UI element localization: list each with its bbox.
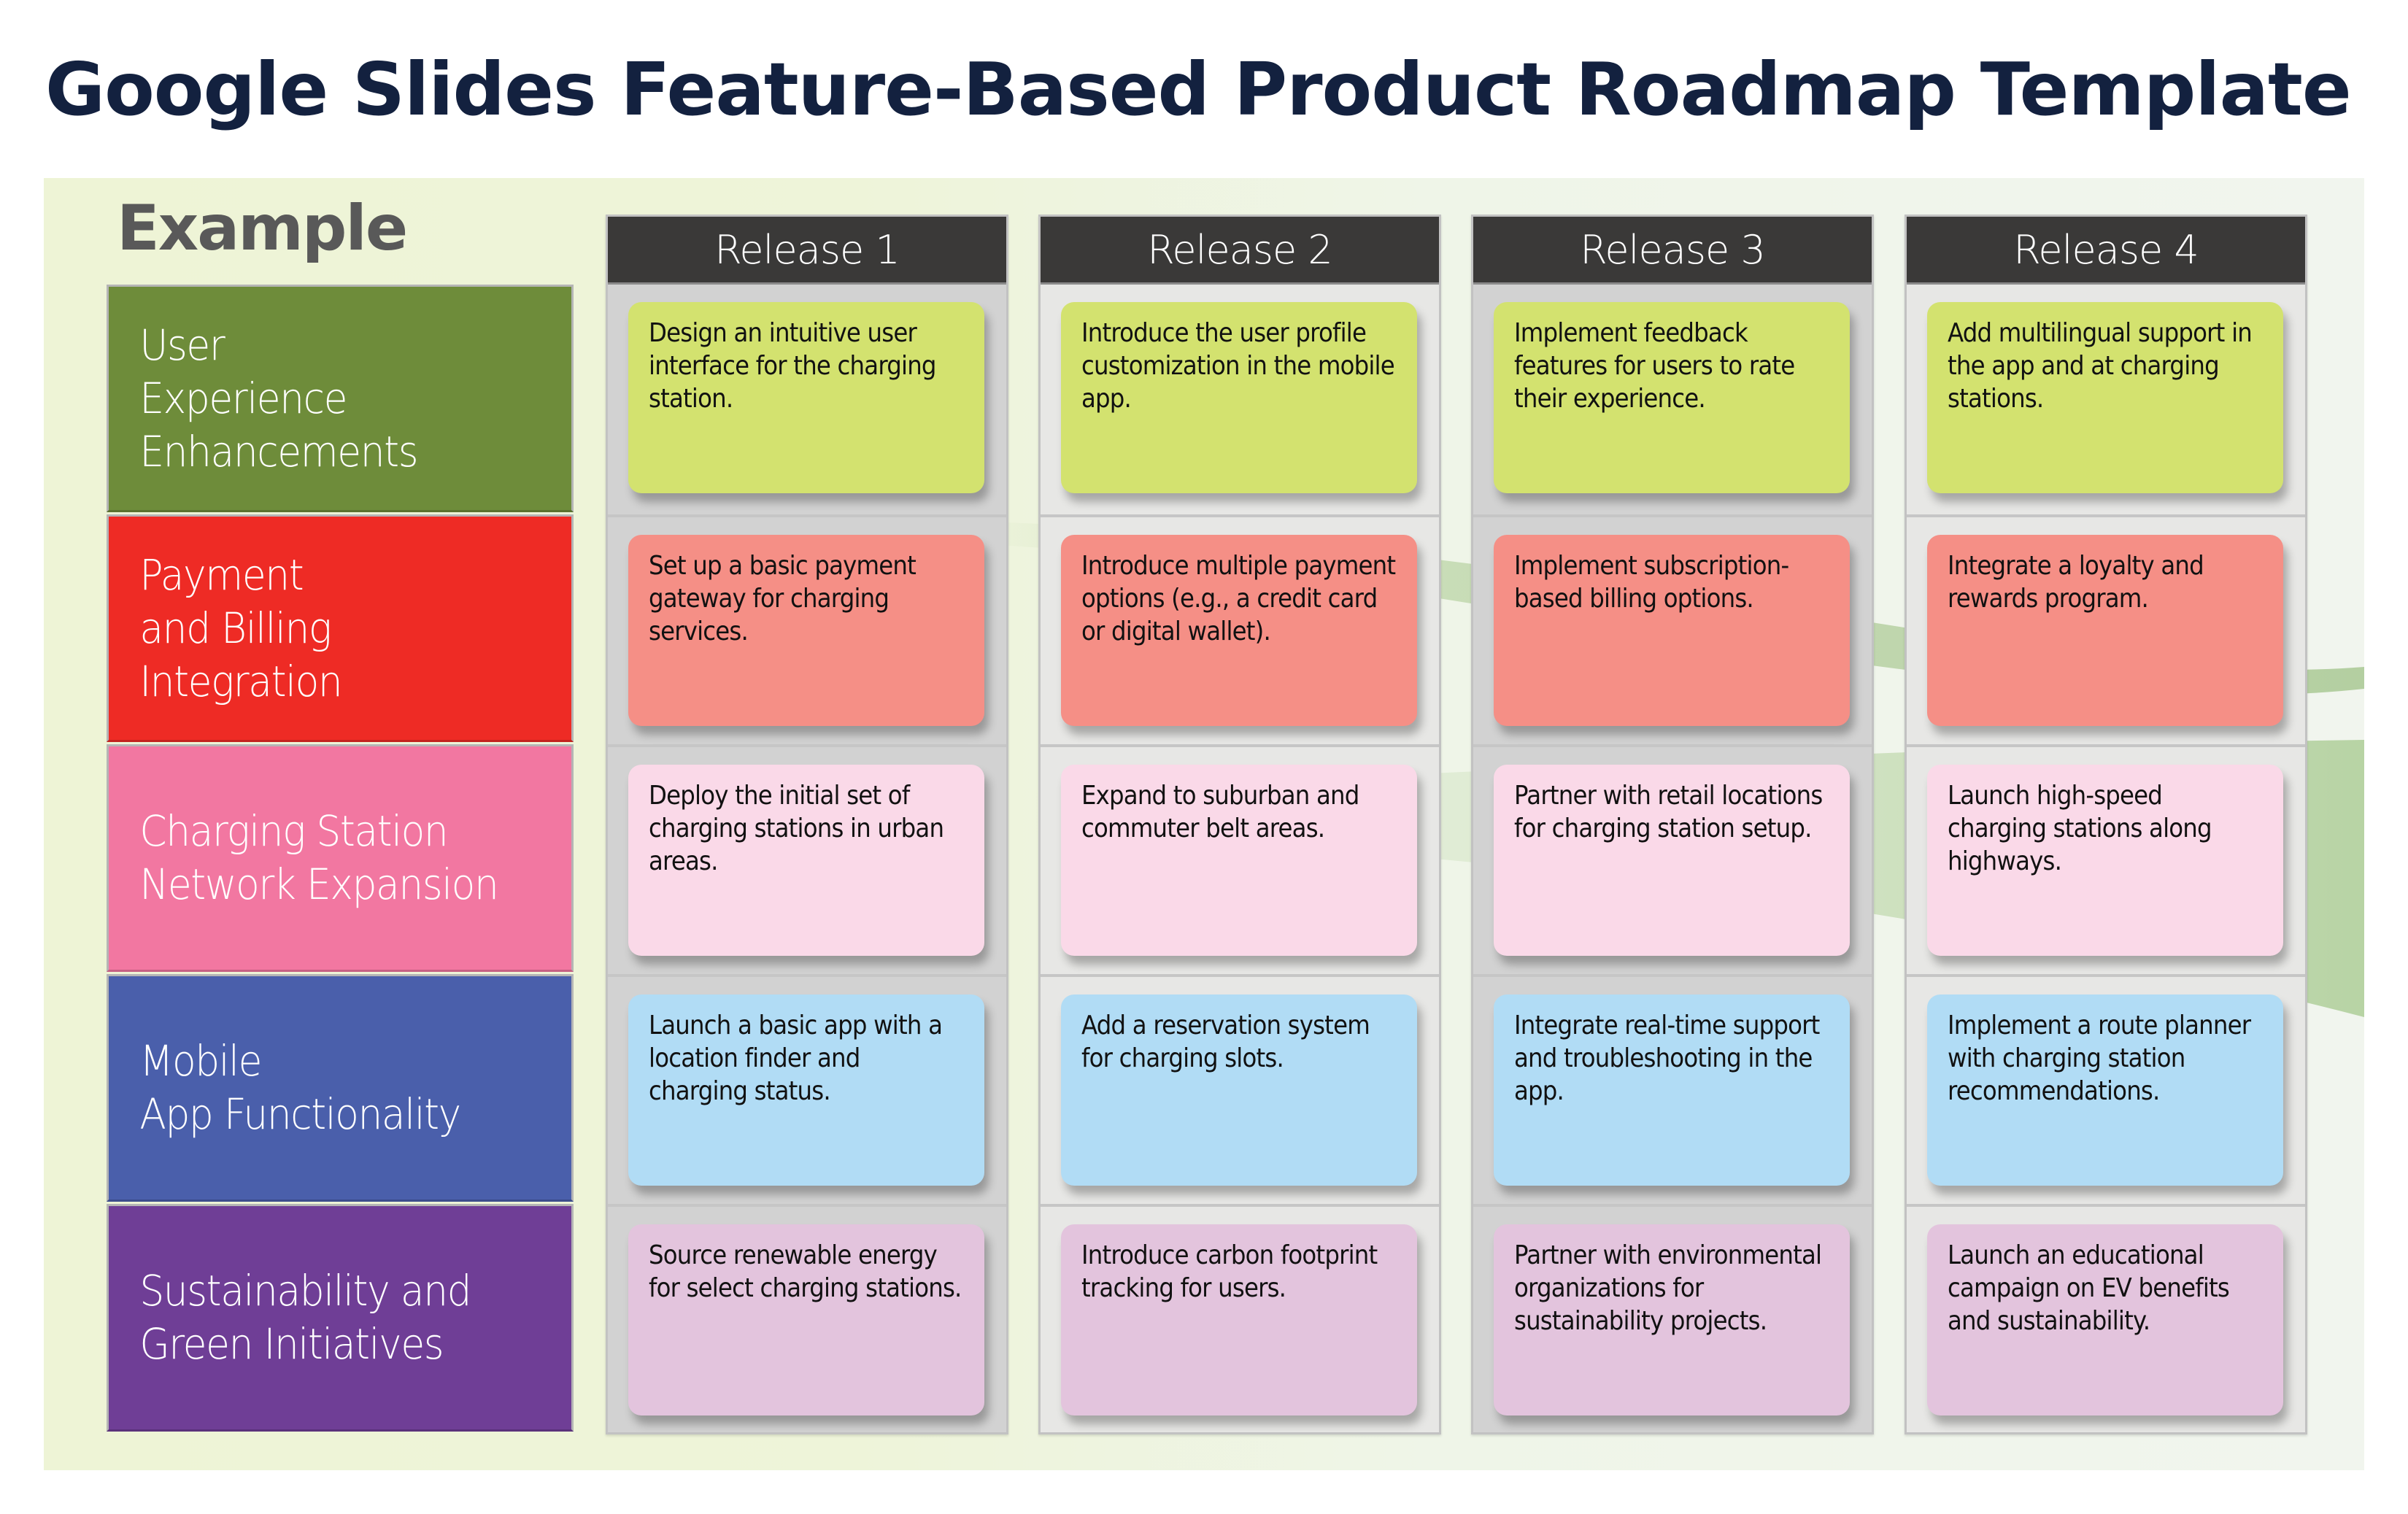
page-title: Google Slides Feature-Based Product Road… bbox=[45, 47, 2352, 132]
feature-card-text: Design an intuitive user interface for t… bbox=[649, 318, 937, 414]
feature-card[interactable]: Partner with retail locations for chargi… bbox=[1494, 765, 1850, 956]
feature-card-text: Implement a route planner with charging … bbox=[1948, 1011, 2251, 1106]
feature-card-text: Deploy the initial set of charging stati… bbox=[649, 781, 944, 876]
roadmap-cell: Design an intuitive user interface for t… bbox=[608, 285, 1006, 514]
roadmap-cell: Introduce multiple payment options (e.g.… bbox=[1041, 514, 1439, 744]
feature-card-text: Partner with environmental organizations… bbox=[1514, 1240, 1822, 1336]
feature-card[interactable]: Integrate real-time support and troubles… bbox=[1494, 994, 1850, 1186]
feature-card-text: Implement feedback features for users to… bbox=[1514, 318, 1795, 414]
feature-card-text: Add multilingual support in the app and … bbox=[1948, 318, 2253, 414]
feature-card[interactable]: Design an intuitive user interface for t… bbox=[628, 302, 984, 493]
feature-card-text: Set up a basic payment gateway for charg… bbox=[649, 551, 916, 646]
feature-card-text: Add a reservation system for charging sl… bbox=[1081, 1011, 1370, 1073]
roadmap-cell: Set up a basic payment gateway for charg… bbox=[608, 514, 1006, 744]
feature-card[interactable]: Source renewable energy for select charg… bbox=[628, 1224, 984, 1415]
roadmap-cell: Add a reservation system for charging sl… bbox=[1041, 974, 1439, 1203]
feature-card-text: Expand to suburban and commuter belt are… bbox=[1081, 781, 1359, 843]
roadmap-cell: Add multilingual support in the app and … bbox=[1907, 285, 2305, 514]
roadmap-cell: Implement feedback features for users to… bbox=[1473, 285, 1872, 514]
category-user-experience: User Experience Enhancements bbox=[107, 285, 574, 512]
roadmap-cell: Launch an educational campaign on EV ben… bbox=[1907, 1204, 2305, 1433]
category-label: Payment and Billing Integration bbox=[139, 549, 342, 706]
feature-card[interactable]: Add a reservation system for charging sl… bbox=[1061, 994, 1417, 1186]
category-label: Mobile App Functionality bbox=[139, 1036, 461, 1139]
release-column-3: Release 3 Implement feedback features for… bbox=[1471, 215, 1874, 1434]
roadmap-cell: Integrate real-time support and troubles… bbox=[1473, 974, 1872, 1203]
feature-card-text: Partner with retail locations for chargi… bbox=[1514, 781, 1823, 843]
category-label: Charging Station Network Expansion bbox=[139, 806, 498, 909]
feature-card-text: Introduce carbon footprint tracking for … bbox=[1081, 1240, 1378, 1303]
release-column-4: Release 4 Add multilingual support in the… bbox=[1905, 215, 2307, 1434]
feature-card[interactable]: Implement feedback features for users to… bbox=[1494, 302, 1850, 493]
roadmap-cell: Introduce carbon footprint tracking for … bbox=[1041, 1204, 1439, 1433]
category-label: User Experience Enhancements bbox=[139, 320, 418, 476]
example-label: Example bbox=[117, 192, 408, 265]
roadmap-cell: Implement subscription-based billing opt… bbox=[1473, 514, 1872, 744]
feature-card[interactable]: Launch an educational campaign on EV ben… bbox=[1927, 1224, 2283, 1415]
feature-card-text: Launch a basic app with a location finde… bbox=[649, 1011, 943, 1106]
feature-card[interactable]: Set up a basic payment gateway for charg… bbox=[628, 535, 984, 726]
category-mobile-app: Mobile App Functionality bbox=[107, 974, 574, 1202]
release-header: Release 4 bbox=[1907, 217, 2305, 285]
roadmap-cell: Source renewable energy for select charg… bbox=[608, 1204, 1006, 1433]
roadmap-cell: Introduce the user profile customization… bbox=[1041, 285, 1439, 514]
category-label: Sustainability and Green Initiatives bbox=[139, 1266, 471, 1369]
feature-card[interactable]: Launch high-speed charging stations alon… bbox=[1927, 765, 2283, 956]
feature-card[interactable]: Implement subscription-based billing opt… bbox=[1494, 535, 1850, 726]
feature-card[interactable]: Deploy the initial set of charging stati… bbox=[628, 765, 984, 956]
roadmap-cell: Deploy the initial set of charging stati… bbox=[608, 744, 1006, 973]
roadmap-cell: Integrate a loyalty and rewards program. bbox=[1907, 514, 2305, 744]
feature-card-text: Introduce multiple payment options (e.g.… bbox=[1081, 551, 1396, 646]
roadmap-cell: Launch high-speed charging stations alon… bbox=[1907, 744, 2305, 973]
category-sustainability: Sustainability and Green Initiatives bbox=[107, 1204, 574, 1432]
feature-card-text: Introduce the user profile customization… bbox=[1081, 318, 1395, 414]
release-header: Release 3 bbox=[1473, 217, 1872, 285]
feature-card[interactable]: Launch a basic app with a location finde… bbox=[628, 994, 984, 1186]
roadmap-cell: Expand to suburban and commuter belt are… bbox=[1041, 744, 1439, 973]
feature-card-text: Integrate a loyalty and rewards program. bbox=[1948, 551, 2204, 614]
feature-card[interactable]: Partner with environmental organizations… bbox=[1494, 1224, 1850, 1415]
feature-card[interactable]: Add multilingual support in the app and … bbox=[1927, 302, 2283, 493]
feature-card-text: Launch an educational campaign on EV ben… bbox=[1948, 1240, 2230, 1336]
release-column-1: Release 1 Design an intuitive user interf… bbox=[606, 215, 1008, 1434]
feature-card[interactable]: Integrate a loyalty and rewards program. bbox=[1927, 535, 2283, 726]
roadmap-cell: Launch a basic app with a location finde… bbox=[608, 974, 1006, 1203]
feature-card-text: Launch high-speed charging stations alon… bbox=[1948, 781, 2212, 876]
release-header: Release 1 bbox=[608, 217, 1006, 285]
feature-card[interactable]: Introduce carbon footprint tracking for … bbox=[1061, 1224, 1417, 1415]
roadmap-cell: Partner with environmental organizations… bbox=[1473, 1204, 1872, 1433]
feature-card[interactable]: Expand to suburban and commuter belt are… bbox=[1061, 765, 1417, 956]
release-header: Release 2 bbox=[1041, 217, 1439, 285]
roadmap-cell: Partner with retail locations for chargi… bbox=[1473, 744, 1872, 973]
feature-card-text: Integrate real-time support and troubles… bbox=[1514, 1011, 1820, 1106]
feature-card[interactable]: Implement a route planner with charging … bbox=[1927, 994, 2283, 1186]
feature-card[interactable]: Introduce the user profile customization… bbox=[1061, 302, 1417, 493]
release-column-2: Release 2 Introduce the user profile cust… bbox=[1038, 215, 1441, 1434]
feature-card[interactable]: Introduce multiple payment options (e.g.… bbox=[1061, 535, 1417, 726]
feature-card-text: Implement subscription-based billing opt… bbox=[1514, 551, 1789, 614]
category-charging-network: Charging Station Network Expansion bbox=[107, 744, 574, 972]
roadmap-panel: Example User Experience Enhancements Paym… bbox=[44, 178, 2364, 1470]
category-payment-billing: Payment and Billing Integration bbox=[107, 514, 574, 742]
roadmap-cell: Implement a route planner with charging … bbox=[1907, 974, 2305, 1203]
feature-card-text: Source renewable energy for select charg… bbox=[649, 1240, 962, 1303]
